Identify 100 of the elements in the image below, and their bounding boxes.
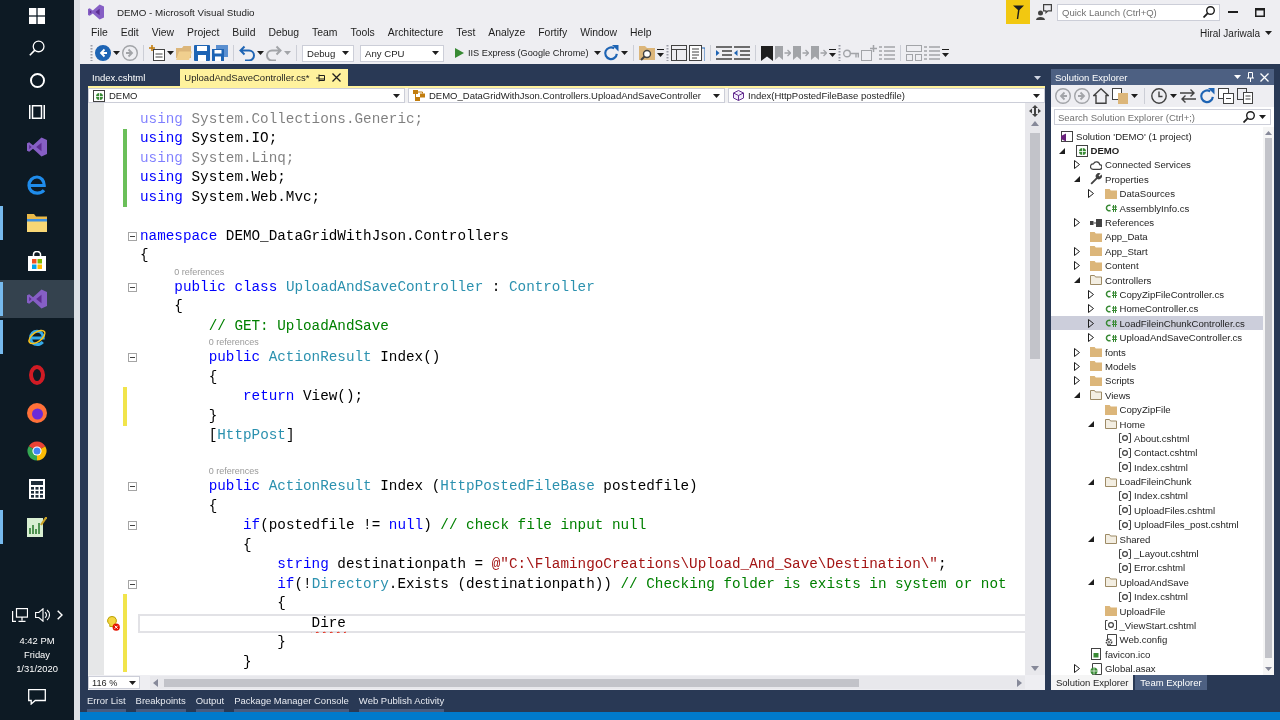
four-panes-icon[interactable] [29, 8, 45, 24]
save-icon[interactable] [194, 45, 210, 61]
overlapping-pages-icon[interactable] [1112, 88, 1128, 104]
caret-icon[interactable] [1034, 75, 1041, 80]
menu-item[interactable]: Analyze [481, 24, 532, 42]
scroll-thumb[interactable] [1265, 138, 1272, 658]
tree-item[interactable]: AssemblyInfo.cs [1051, 200, 1263, 216]
caret-icon[interactable] [620, 51, 628, 55]
document-tab[interactable]: UploadAndSaveController.cs* [180, 69, 349, 86]
expanded-arrow-icon[interactable] [1059, 147, 1065, 154]
folder-search-icon[interactable] [638, 45, 655, 61]
account-button[interactable]: Hiral Jariwala [1200, 27, 1272, 39]
panel-tab[interactable]: Solution Explorer [1051, 675, 1134, 690]
grip-icon[interactable] [90, 45, 93, 61]
search-icon[interactable] [29, 40, 45, 56]
tree-item[interactable]: Solution 'DEMO' (1 project) [1051, 129, 1263, 144]
expanded-arrow-icon[interactable] [1088, 579, 1094, 586]
tree-item[interactable]: HomeController.cs [1051, 301, 1263, 317]
overflow-icon[interactable] [828, 49, 836, 57]
minus-box-icon[interactable] [128, 353, 137, 363]
scroll-down-icon[interactable] [1031, 666, 1039, 671]
scroll-right-icon[interactable] [1017, 678, 1022, 687]
expanded-arrow-icon[interactable] [1088, 478, 1094, 485]
home-icon[interactable] [1093, 88, 1109, 104]
tree-item[interactable]: DataSources [1051, 186, 1263, 201]
expand-arrow-icon[interactable] [1073, 261, 1080, 271]
scroll-up-icon[interactable] [1031, 121, 1039, 126]
caret-icon[interactable] [257, 51, 264, 55]
tree-item[interactable]: _Layout.cshtml [1051, 546, 1263, 561]
stacked-pages-icon[interactable] [1237, 88, 1253, 104]
vertical-scrollbar[interactable] [1263, 127, 1274, 675]
menu-item[interactable]: Debug [261, 24, 306, 42]
search-icon[interactable] [1243, 111, 1255, 123]
clock-icon[interactable] [1151, 88, 1167, 104]
expand-arrow-icon[interactable] [1088, 189, 1094, 199]
overflow-icon[interactable] [656, 49, 664, 57]
round-logo-icon[interactable] [27, 403, 47, 423]
lightbulb-error-icon[interactable] [107, 615, 120, 631]
scroll-down-icon[interactable] [1265, 667, 1272, 671]
quick-launch-field[interactable]: Quick Launch (Ctrl+Q) [1057, 3, 1220, 21]
tree-item[interactable]: Error.cshtml [1051, 560, 1263, 576]
tree-item[interactable]: Index.cshtml [1051, 589, 1263, 604]
boxes-minus-icon[interactable] [1218, 88, 1234, 104]
tree-item[interactable]: Contact.cshtml [1051, 445, 1263, 460]
menu-item[interactable]: View [145, 24, 181, 42]
tricolor-circle-icon[interactable] [27, 441, 47, 461]
grip-icon[interactable] [837, 45, 841, 61]
minus-box-icon[interactable] [128, 282, 137, 292]
tree-item[interactable]: Connected Services [1051, 157, 1263, 173]
menu-item[interactable]: Architecture [381, 24, 450, 42]
calculator-icon[interactable] [29, 479, 45, 499]
expanded-arrow-icon[interactable] [1088, 421, 1094, 427]
document-plus-icon[interactable] [149, 45, 165, 61]
tree-item[interactable]: Home [1051, 416, 1263, 432]
expand-arrow-icon[interactable] [1073, 664, 1080, 674]
navigation-dropdown[interactable]: Index(HttpPostedFileBase postedfile) [728, 88, 1045, 103]
scroll-left-icon[interactable] [153, 678, 158, 687]
menu-item[interactable]: Fortify [531, 24, 574, 42]
menu-item[interactable]: Team [305, 24, 344, 42]
close-icon[interactable] [332, 73, 342, 82]
outdent-lines-icon[interactable] [733, 46, 750, 60]
split-handle-icon[interactable] [1029, 105, 1041, 117]
minus-box-icon[interactable] [128, 482, 137, 492]
navigation-dropdown[interactable]: DEMO_DataGridWithJson.Controllers.UploadAndSaveController [408, 88, 725, 103]
tree-item[interactable]: UploadFiles_post.cshtml [1051, 517, 1263, 532]
search-field[interactable]: Search Solution Explorer (Ctrl+;) [1054, 109, 1271, 125]
expanded-arrow-icon[interactable] [1073, 176, 1080, 183]
caret-icon[interactable] [167, 51, 174, 55]
tree-item[interactable]: References [1051, 215, 1263, 230]
task-view-icon[interactable] [29, 105, 45, 119]
e-logo-icon[interactable] [27, 175, 47, 195]
navigation-dropdown[interactable]: DEMO [88, 88, 405, 103]
menu-item[interactable]: Edit [114, 24, 146, 42]
configuration-dropdown[interactable]: Debug [302, 44, 354, 62]
indent-lines-icon[interactable] [715, 46, 732, 60]
tree-item[interactable]: App_Start [1051, 244, 1263, 259]
scroll-thumb[interactable] [1030, 133, 1040, 359]
oval-ring-logo-icon[interactable] [29, 365, 45, 385]
tree-item[interactable]: fonts [1051, 344, 1263, 360]
expanded-arrow-icon[interactable] [1073, 392, 1080, 399]
menu-item[interactable]: Project [180, 24, 226, 42]
pin-icon[interactable] [316, 73, 326, 82]
folder-icon[interactable] [27, 214, 47, 232]
search-icon[interactable] [1203, 6, 1215, 18]
tree-item[interactable]: LoadFileinChunkController.cs [1051, 316, 1263, 331]
minus-box-icon[interactable] [128, 521, 137, 531]
tree-item[interactable]: Index.cshtml [1051, 460, 1263, 475]
sync-arrows-icon[interactable] [1180, 89, 1196, 103]
expanded-arrow-icon[interactable] [1073, 277, 1080, 284]
tree-item[interactable]: _ViewStart.cshtml [1051, 618, 1263, 633]
horizontal-scrollbar[interactable] [150, 676, 1025, 689]
platform-dropdown[interactable]: Any CPU [360, 44, 444, 62]
tree-item[interactable]: UploadAndSave [1051, 575, 1263, 590]
minus-box-icon[interactable] [128, 579, 137, 589]
person-bubble-icon[interactable] [1036, 4, 1052, 20]
caret-icon[interactable] [113, 51, 120, 55]
tree-item[interactable]: Shared [1051, 531, 1263, 547]
ribbon-logo-icon[interactable] [27, 137, 47, 157]
menu-item[interactable]: Tools [344, 24, 382, 42]
expand-arrow-icon[interactable] [1088, 318, 1094, 328]
